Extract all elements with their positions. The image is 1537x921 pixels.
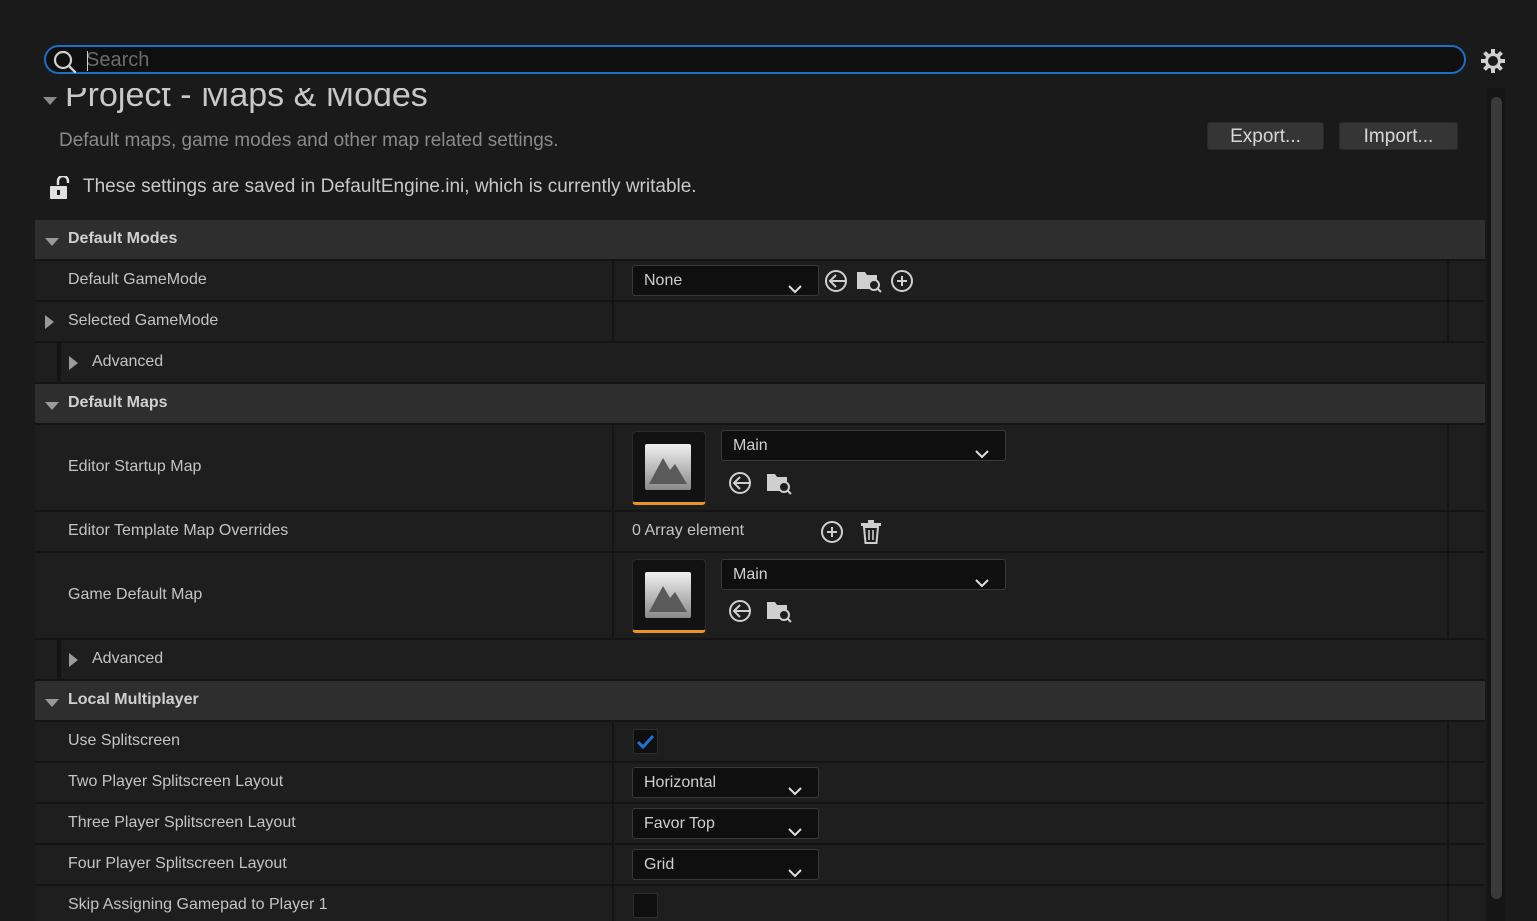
row-advanced-maps[interactable]: Advanced [35,640,1485,681]
search-input[interactable] [86,49,1446,71]
page-title: Project - Maps & Modes [65,88,428,114]
browse-folder-icon[interactable] [765,470,793,501]
map-asset-icon [645,444,691,490]
add-new-icon[interactable] [889,268,915,299]
expanded-triangle-icon [45,696,59,714]
add-element-icon[interactable] [819,519,845,550]
combo-value: Main [733,566,768,583]
game-map-combo[interactable]: Main [721,559,1006,590]
chevron-down-icon [788,275,802,304]
property-label: Use Splitscreen [68,732,181,749]
row-advanced-modes[interactable]: Advanced [35,343,1485,384]
splitscreen-checkbox[interactable] [633,729,658,754]
combo-value: None [644,272,683,289]
search-box[interactable] [44,45,1466,74]
chevron-down-icon [788,777,802,806]
top-bar [0,0,1537,88]
combo-value: Favor Top [644,815,715,832]
category-default-modes[interactable]: Default Modes [35,220,1485,261]
skip-gamepad-checkbox[interactable] [633,893,658,918]
chevron-down-icon [975,569,989,598]
checkmark-icon [634,734,657,757]
two-player-combo[interactable]: Horizontal [632,767,819,798]
row-editor-startup-map: Editor Startup Map Main [35,425,1485,512]
collapsed-triangle-icon [45,315,55,334]
config-notice: These settings are saved in DefaultEngin… [83,176,697,197]
startup-map-combo[interactable]: Main [721,430,1006,461]
row-editor-template-overrides: Editor Template Map Overrides 0 Array el… [35,512,1485,553]
category-label: Default Maps [68,394,168,411]
use-selected-icon[interactable] [727,470,753,501]
property-label: Selected GameMode [68,312,219,329]
browse-folder-icon[interactable] [765,598,793,629]
map-asset-icon [645,572,691,618]
scrollbar-thumb[interactable] [1491,97,1502,899]
settings-rows: Default Modes Default GameMode None Sele… [35,220,1485,921]
category-local-multiplayer[interactable]: Local Multiplayer [35,681,1485,722]
gamemode-combo[interactable]: None [632,265,819,296]
chevron-down-icon [788,859,802,888]
row-three-player-layout: Three Player Splitscreen Layout Favor To… [35,804,1485,845]
row-four-player-layout: Four Player Splitscreen Layout Grid [35,845,1485,886]
property-label: Editor Startup Map [68,458,202,475]
search-icon [52,50,78,79]
use-selected-icon[interactable] [727,598,753,629]
four-player-combo[interactable]: Grid [632,849,819,880]
chevron-down-icon [788,818,802,847]
trash-icon[interactable] [860,519,882,550]
property-label: Three Player Splitscreen Layout [68,814,296,831]
category-default-maps[interactable]: Default Maps [35,384,1485,425]
expanded-triangle-icon [45,399,59,417]
advanced-label: Advanced [92,353,164,370]
row-selected-gamemode[interactable]: Selected GameMode [35,302,1485,343]
browse-folder-icon[interactable] [855,268,883,299]
property-label: Editor Template Map Overrides [68,522,289,539]
three-player-combo[interactable]: Favor Top [632,808,819,839]
settings-panel: Project - Maps & Modes Default maps, gam… [35,88,1485,921]
collapse-triangle-icon[interactable] [43,94,57,112]
unlock-icon [49,174,71,205]
gear-icon[interactable] [1480,48,1506,79]
array-count: 0 Array element [632,522,745,539]
map-thumbnail[interactable] [632,431,706,505]
row-game-default-map: Game Default Map Main [35,553,1485,640]
collapsed-triangle-icon [69,356,79,375]
advanced-label: Advanced [92,650,164,667]
combo-value: Main [733,437,768,454]
page-subtitle: Default maps, game modes and other map r… [59,130,559,151]
category-label: Local Multiplayer [68,691,199,708]
import-button[interactable]: Import... [1338,121,1459,151]
row-skip-gamepad: Skip Assigning Gamepad to Player 1 [35,886,1485,921]
map-thumbnail[interactable] [632,559,706,633]
category-label: Default Modes [68,230,178,247]
property-label: Game Default Map [68,586,203,603]
row-use-splitscreen: Use Splitscreen [35,722,1485,763]
property-label: Skip Assigning Gamepad to Player 1 [68,896,328,913]
export-button[interactable]: Export... [1206,121,1325,151]
combo-value: Grid [644,856,675,873]
property-label: Four Player Splitscreen Layout [68,855,287,872]
property-label: Two Player Splitscreen Layout [68,773,284,790]
row-two-player-layout: Two Player Splitscreen Layout Horizontal [35,763,1485,804]
chevron-down-icon [975,440,989,469]
expanded-triangle-icon [45,235,59,253]
text-cursor [87,51,88,71]
combo-value: Horizontal [644,774,717,791]
use-selected-icon[interactable] [823,268,849,299]
row-default-gamemode: Default GameMode None [35,261,1485,302]
collapsed-triangle-icon [69,653,79,672]
property-label: Default GameMode [68,271,207,288]
